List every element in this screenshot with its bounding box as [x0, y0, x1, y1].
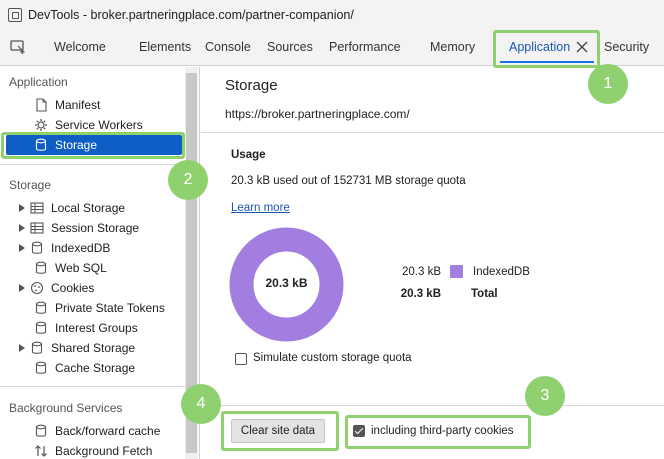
- simulate-quota-label: Simulate custom storage quota: [253, 352, 412, 364]
- tab-console[interactable]: Console: [205, 30, 251, 65]
- legend-name-total: Total: [471, 288, 498, 300]
- learn-more-link[interactable]: Learn more: [231, 202, 290, 214]
- devtools-logo-icon: [8, 8, 22, 22]
- tab-welcome[interactable]: Welcome: [54, 30, 106, 65]
- sidebar-item-label: Shared Storage: [51, 341, 136, 355]
- sidebar-item-label: Storage: [55, 138, 98, 152]
- database-icon: [35, 361, 47, 374]
- legend-value-total: 20.3 kB: [400, 288, 441, 300]
- sidebar-item-cache-storage[interactable]: Cache Storage: [0, 358, 184, 378]
- usage-summary: 20.3 kB used out of 152731 MB storage qu…: [231, 175, 466, 187]
- page-title: Storage: [225, 77, 278, 94]
- sidebar-item-interest-groups[interactable]: Interest Groups: [0, 318, 184, 338]
- sidebar-item-manifest[interactable]: Manifest: [0, 95, 184, 115]
- expand-arrow-icon[interactable]: [18, 224, 26, 232]
- panel-tab-bar: Welcome Elements Console Sources Perform…: [0, 30, 664, 66]
- annotation-badge-2: 2: [168, 160, 208, 200]
- sidebar-item-label: Session Storage: [51, 221, 140, 235]
- tab-sources[interactable]: Sources: [267, 30, 313, 65]
- annotation-badge-1: 1: [588, 64, 628, 104]
- active-tab-indicator: [500, 61, 594, 63]
- sidebar-item-storage[interactable]: Storage: [6, 135, 182, 155]
- tab-memory[interactable]: Memory: [430, 30, 475, 65]
- sidebar-item-label: Web SQL: [55, 261, 107, 275]
- origin-url: https://broker.partneringplace.com/: [225, 107, 410, 121]
- annotation-badge-4: 4: [181, 384, 221, 424]
- sidebar-item-label: Back/forward cache: [55, 424, 161, 438]
- sidebar: Application Manifest Service Workers Sto…: [0, 67, 200, 459]
- sidebar-item-background-fetch[interactable]: Background Fetch: [0, 441, 184, 459]
- table-icon: [30, 222, 44, 234]
- cookie-icon: [30, 281, 44, 295]
- legend-name-indexeddb: IndexedDB: [473, 266, 530, 278]
- expand-arrow-icon[interactable]: [18, 204, 26, 212]
- file-icon: [36, 98, 47, 112]
- sidebar-item-shared-storage[interactable]: Shared Storage: [0, 338, 184, 358]
- clear-site-data-button[interactable]: Clear site data: [231, 419, 325, 443]
- sidebar-item-cookies[interactable]: Cookies: [0, 278, 184, 298]
- legend-value-indexeddb: 20.3 kB: [402, 266, 441, 278]
- updown-arrows-icon: [35, 445, 47, 457]
- sidebar-item-label: Private State Tokens: [55, 301, 165, 315]
- simulate-quota-checkbox[interactable]: [235, 353, 247, 365]
- expand-arrow-icon[interactable]: [18, 284, 26, 292]
- database-icon: [35, 301, 47, 314]
- sidebar-item-service-workers[interactable]: Service Workers: [0, 115, 184, 135]
- sidebar-item-session-storage[interactable]: Session Storage: [0, 218, 184, 238]
- sidebar-header-storage: Storage: [9, 178, 52, 192]
- sidebar-item-indexeddb[interactable]: IndexedDB: [0, 238, 184, 258]
- sidebar-divider: [0, 386, 185, 387]
- sidebar-item-label: Cookies: [51, 281, 95, 295]
- title-bar: DevTools - broker.partneringplace.com/pa…: [0, 0, 664, 30]
- sidebar-item-label: Manifest: [55, 98, 101, 112]
- tab-security[interactable]: Security: [604, 30, 649, 65]
- sidebar-item-label: Cache Storage: [55, 361, 136, 375]
- sidebar-divider: [0, 164, 185, 165]
- sidebar-header-background-services: Background Services: [9, 401, 123, 415]
- table-icon: [30, 202, 44, 214]
- tab-elements[interactable]: Elements: [139, 30, 191, 65]
- sidebar-header-application: Application: [9, 75, 68, 89]
- sidebar-item-label: Local Storage: [51, 201, 126, 215]
- usage-heading: Usage: [231, 149, 266, 161]
- database-icon: [31, 341, 43, 354]
- tab-performance[interactable]: Performance: [329, 30, 401, 65]
- database-icon: [31, 241, 43, 254]
- gear-icon: [35, 119, 47, 131]
- database-icon: [35, 321, 47, 334]
- storage-panel: Storage https://broker.partneringplace.c…: [201, 67, 664, 459]
- expand-arrow-icon[interactable]: [18, 244, 26, 252]
- sidebar-item-label: Background Fetch: [55, 444, 153, 458]
- database-icon: [35, 261, 47, 274]
- include-third-party-cookies-label: including third-party cookies: [371, 425, 514, 437]
- section-divider: [201, 405, 664, 406]
- window-title: DevTools - broker.partneringplace.com/pa…: [28, 8, 354, 22]
- database-icon: [35, 138, 47, 151]
- sidebar-item-label: Interest Groups: [55, 321, 138, 335]
- section-divider: [201, 132, 664, 133]
- sidebar-item-local-storage[interactable]: Local Storage: [0, 198, 184, 218]
- donut-center-label: 20.3 kB: [265, 276, 308, 290]
- sidebar-item-private-state-tokens[interactable]: Private State Tokens: [0, 298, 184, 318]
- inspect-element-icon[interactable]: [10, 40, 26, 54]
- sidebar-item-web-sql[interactable]: Web SQL: [0, 258, 184, 278]
- annotation-badge-3: 3: [525, 376, 565, 416]
- database-icon: [35, 424, 47, 437]
- sidebar-item-label: IndexedDB: [51, 241, 111, 255]
- sidebar-item-label: Service Workers: [55, 118, 143, 132]
- expand-arrow-icon[interactable]: [18, 344, 26, 352]
- legend-swatch-indexeddb: [450, 265, 463, 278]
- tab-application[interactable]: Application: [509, 30, 570, 65]
- close-tab-icon[interactable]: [576, 41, 588, 53]
- sidebar-item-back-forward-cache[interactable]: Back/forward cache: [0, 421, 184, 441]
- include-third-party-cookies-checkbox[interactable]: [353, 425, 365, 437]
